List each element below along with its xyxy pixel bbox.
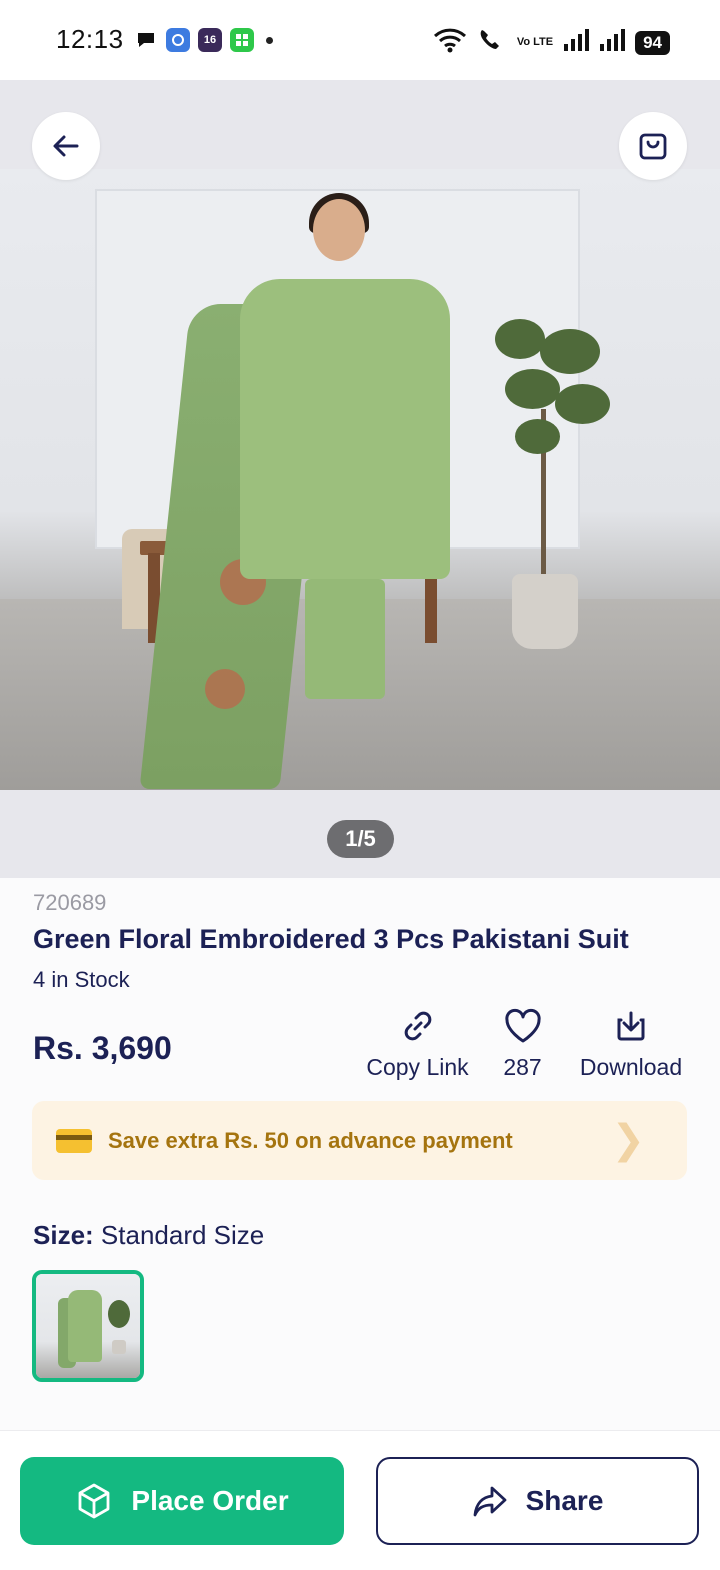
sync-app-icon (166, 28, 190, 52)
arrow-left-icon (53, 135, 79, 157)
download-label: Download (579, 1054, 683, 1080)
calendar-app-icon: 16 (198, 28, 222, 52)
variant-thumbnail[interactable] (32, 1270, 144, 1382)
promo-text: Save extra Rs. 50 on advance payment (108, 1127, 513, 1153)
battery-indicator: 94 (635, 30, 670, 55)
product-sku: 720689 (33, 890, 107, 915)
notification-icons: 16 (134, 28, 273, 52)
status-indicators: Vo LTE 94 (433, 27, 670, 58)
copy-link-label: Copy Link (366, 1054, 469, 1080)
download-icon (617, 1011, 645, 1041)
grid-app-icon (230, 28, 254, 52)
shopping-bag-button[interactable] (619, 112, 687, 180)
size-label: Size: (33, 1220, 94, 1250)
product-title: Green Floral Embroidered 3 Pcs Pakistani… (33, 924, 629, 954)
package-icon (78, 1483, 110, 1519)
status-time: 12:13 (56, 24, 124, 54)
signal-icon-1 (563, 28, 590, 57)
volte-indicator: Vo LTE (516, 36, 554, 48)
like-count: 287 (503, 1054, 542, 1080)
link-icon (404, 1011, 431, 1041)
status-bar: 12:13 16 Vo LTE 94 (0, 0, 720, 80)
credit-card-icon (56, 1128, 92, 1153)
share-button[interactable]: Share (376, 1457, 699, 1545)
product-price: Rs. 3,690 (33, 1030, 172, 1066)
size-row: Size: Standard Size (33, 1220, 264, 1251)
share-label: Share (525, 1485, 604, 1516)
signal-icon-2 (599, 28, 626, 57)
product-photo[interactable] (0, 169, 720, 790)
size-value: Standard Size (100, 1220, 265, 1250)
wifi-icon (433, 27, 467, 58)
heart-icon (504, 1008, 541, 1043)
product-image-gallery[interactable]: 1/5 (0, 80, 720, 878)
place-order-button[interactable]: Place Order (20, 1457, 344, 1545)
more-notifications-dot (266, 36, 273, 44)
place-order-label: Place Order (131, 1485, 289, 1516)
share-arrow-icon (473, 1486, 506, 1517)
image-counter: 1/5 (327, 820, 394, 858)
product-info: 720689 Green Floral Embroidered 3 Pcs Pa… (0, 878, 720, 1430)
wifi-call-icon (477, 27, 507, 58)
advance-payment-banner[interactable]: Save extra Rs. 50 on advance payment ❯ (32, 1101, 687, 1180)
shopping-bag-icon (639, 133, 667, 160)
stock-status: 4 in Stock (33, 967, 130, 992)
back-button[interactable] (32, 112, 100, 180)
chevron-right-icon: ❯ (611, 1118, 645, 1162)
download-button[interactable]: Download (574, 1008, 688, 1081)
bottom-action-bar: Place Order Share (0, 1430, 720, 1570)
like-button[interactable]: 287 (495, 1008, 550, 1081)
chat-bubble-icon (134, 28, 158, 52)
copy-link-button[interactable]: Copy Link (365, 1008, 470, 1081)
